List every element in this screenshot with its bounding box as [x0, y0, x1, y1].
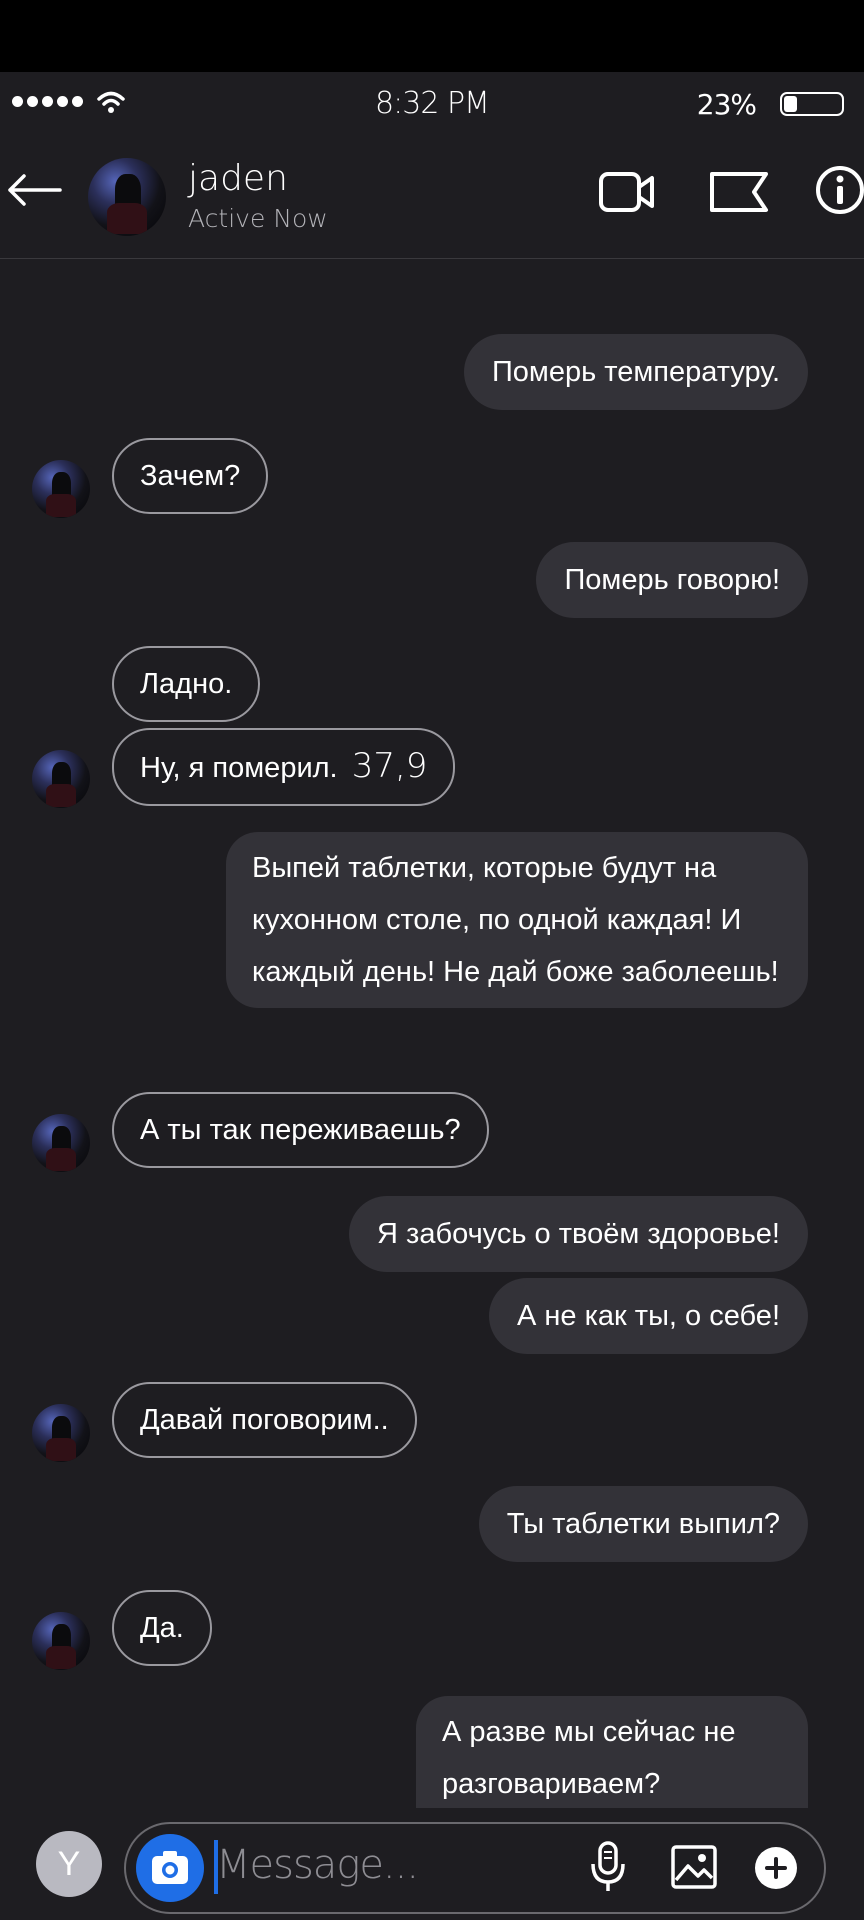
message-outgoing[interactable]: Я забочусь о твоём здоровье! [349, 1196, 808, 1272]
status-bar: 8:32 PM 23% [0, 78, 864, 128]
contact-avatar-small [32, 460, 90, 518]
contact-avatar-small [32, 1114, 90, 1172]
message-outgoing[interactable]: Выпей таблетки, которые будут на кухонно… [226, 832, 808, 1008]
message-outgoing[interactable]: А не как ты, о себе! [489, 1278, 808, 1354]
battery-percent: 23% [696, 88, 757, 121]
message-incoming[interactable]: Ну, я померил. 37,9 [112, 728, 456, 806]
contact-avatar[interactable] [88, 158, 166, 236]
info-icon[interactable] [814, 164, 864, 216]
back-arrow-icon[interactable] [4, 170, 64, 210]
message-outgoing[interactable]: А разве мы сейчас не разговариваем? [416, 1696, 808, 1808]
camera-button[interactable] [136, 1834, 204, 1902]
contact-avatar-small [32, 1404, 90, 1462]
message-incoming[interactable]: Давай поговорим.. [112, 1382, 417, 1458]
contact-name[interactable]: jaden [188, 158, 288, 199]
message-incoming[interactable]: Ладно. [112, 646, 261, 722]
message-incoming[interactable]: Да. [112, 1590, 212, 1666]
message-outgoing[interactable]: Померь говорю! [536, 542, 808, 618]
plus-icon[interactable] [754, 1846, 798, 1890]
top-bar-background [0, 0, 864, 72]
battery-fill [784, 96, 797, 112]
message-text: Ну, я померил. [140, 752, 338, 784]
battery-icon [780, 92, 844, 116]
message-outgoing[interactable]: Ты таблетки выпил? [478, 1486, 808, 1562]
message-incoming[interactable]: А ты так переживаешь? [112, 1092, 489, 1168]
self-avatar[interactable]: Y [36, 1831, 102, 1897]
chat-nav: jaden Active Now [0, 148, 864, 248]
contact-avatar-small [32, 1612, 90, 1670]
message-outgoing[interactable]: Померь температуру. [463, 334, 808, 410]
flag-icon[interactable] [708, 168, 770, 216]
message-input[interactable]: Message... [216, 1842, 419, 1888]
message-composer[interactable]: Message... [124, 1822, 826, 1914]
gallery-icon[interactable] [670, 1844, 718, 1890]
video-call-icon[interactable] [598, 168, 656, 216]
microphone-icon[interactable] [588, 1840, 628, 1894]
message-incoming[interactable]: Зачем? [112, 438, 269, 514]
camera-icon [152, 1851, 188, 1884]
contact-avatar-small [32, 750, 90, 808]
contact-status: Active Now [188, 204, 328, 233]
temperature-value: 37,9 [351, 746, 428, 786]
chat-header: 8:32 PM 23% jaden Active Now [0, 72, 864, 259]
